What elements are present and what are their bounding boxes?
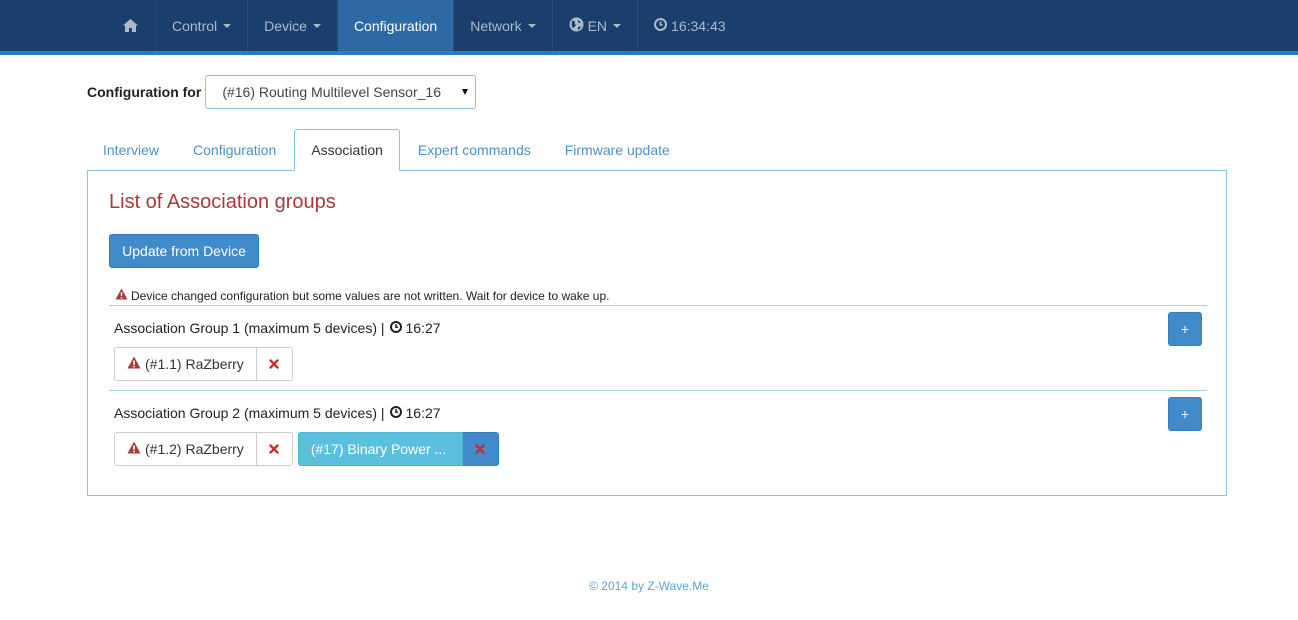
nav-configuration[interactable]: Configuration xyxy=(337,0,455,51)
config-label: Configuration for xyxy=(87,84,202,100)
group-header: Association Group 1 (maximum 5 devices) … xyxy=(114,320,441,336)
caret-down-icon xyxy=(462,89,469,95)
warning-icon xyxy=(127,356,145,372)
clock-icon xyxy=(654,17,671,34)
nav-network-label: Network xyxy=(470,17,522,34)
group-title: Association Group 2 (maximum 5 devices) … xyxy=(114,405,385,421)
device-select-value: (#16) Routing Multilevel Sensor_16 xyxy=(222,84,441,100)
nav-device-label: Device xyxy=(264,17,307,34)
clock-icon xyxy=(385,320,406,336)
group-members: (#1.2) RaZberry (#17) Binary Power ... xyxy=(114,432,504,466)
tab-interview[interactable]: Interview xyxy=(87,129,175,171)
member-name: (#1.1) RaZberry xyxy=(145,356,244,372)
warning-icon xyxy=(115,288,131,303)
tab-configuration[interactable]: Configuration xyxy=(177,129,292,171)
association-panel: List of Association groups Update from D… xyxy=(87,170,1227,496)
nav-network[interactable]: Network xyxy=(454,0,553,51)
member-name: (#17) Binary Power ... xyxy=(310,441,447,457)
group-members: (#1.1) RaZberry xyxy=(114,347,298,381)
add-device-button[interactable]: + xyxy=(1168,397,1202,431)
warning-message: Device changed configuration but some va… xyxy=(115,288,609,303)
remove-member-button[interactable] xyxy=(462,432,499,466)
device-select[interactable]: (#16) Routing Multilevel Sensor_16 xyxy=(205,75,477,109)
nav-control[interactable]: Control xyxy=(156,0,249,51)
top-navbar: Control Device Configuration Network EN … xyxy=(0,0,1298,55)
nav-language[interactable]: EN xyxy=(553,0,639,51)
add-device-button[interactable]: + xyxy=(1168,312,1202,346)
remove-member-button[interactable] xyxy=(256,347,293,381)
panel-title: List of Association groups xyxy=(109,191,336,213)
tab-firmware-update[interactable]: Firmware update xyxy=(549,129,686,171)
globe-icon xyxy=(569,17,588,35)
update-from-device-button[interactable]: Update from Device xyxy=(109,234,259,268)
caret-down-icon xyxy=(223,23,232,28)
nav-configuration-label: Configuration xyxy=(353,17,438,34)
nav-time: 16:34:43 xyxy=(671,17,726,34)
footer-copyright: © 2014 by Z-Wave.Me xyxy=(589,579,709,593)
association-group: Association Group 2 (maximum 5 devices) … xyxy=(109,390,1207,475)
close-icon xyxy=(269,356,280,372)
member-label[interactable]: (#1.1) RaZberry xyxy=(114,347,257,381)
close-icon xyxy=(269,441,280,457)
config-row: Configuration for (#16) Routing Multilev… xyxy=(87,75,477,109)
caret-down-icon xyxy=(312,23,321,28)
tab-bar: Interview Configuration Association Expe… xyxy=(87,129,1227,171)
member-chip: (#1.2) RaZberry xyxy=(114,432,293,466)
caret-down-icon xyxy=(613,23,622,28)
main-nav: Control Device Configuration Network EN … xyxy=(106,0,742,51)
warning-text: Device changed configuration but some va… xyxy=(131,288,610,303)
nav-device[interactable]: Device xyxy=(248,0,338,51)
member-label[interactable]: (#1.2) RaZberry xyxy=(114,432,257,466)
caret-down-icon xyxy=(527,23,536,28)
remove-member-button[interactable] xyxy=(256,432,293,466)
warning-icon xyxy=(127,441,145,457)
association-group: Association Group 1 (maximum 5 devices) … xyxy=(109,305,1207,390)
member-chip: (#1.1) RaZberry xyxy=(114,347,293,381)
close-icon xyxy=(475,441,486,457)
group-title: Association Group 1 (maximum 5 devices) … xyxy=(114,320,385,336)
home-icon xyxy=(122,18,139,33)
tab-association[interactable]: Association xyxy=(294,129,400,171)
group-time: 16:27 xyxy=(405,405,441,421)
nav-home[interactable] xyxy=(106,0,156,51)
member-label[interactable]: (#17) Binary Power ... xyxy=(297,432,463,466)
nav-control-label: Control xyxy=(172,17,218,34)
nav-clock: 16:34:43 xyxy=(638,0,742,51)
nav-language-label: EN xyxy=(587,17,608,34)
tab-expert-commands[interactable]: Expert commands xyxy=(402,129,547,171)
group-header: Association Group 2 (maximum 5 devices) … xyxy=(114,405,441,421)
clock-icon xyxy=(385,405,406,421)
member-chip: (#17) Binary Power ... xyxy=(297,432,499,466)
group-time: 16:27 xyxy=(405,320,441,336)
member-name: (#1.2) RaZberry xyxy=(145,441,244,457)
